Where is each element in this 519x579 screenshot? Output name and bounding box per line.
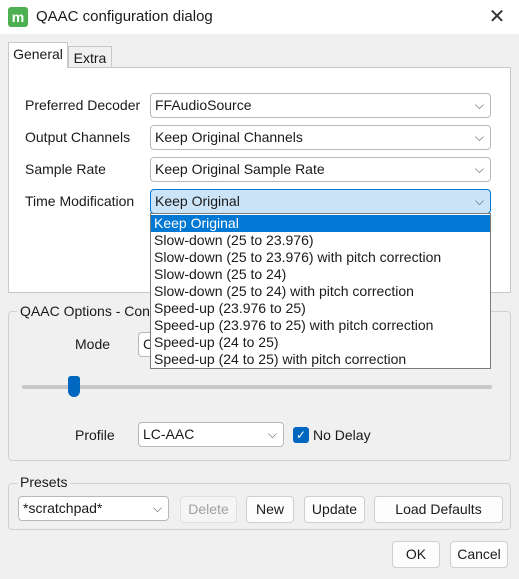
delete-preset-button[interactable]: Delete bbox=[180, 496, 237, 523]
output-channels-value: Keep Original Channels bbox=[155, 129, 303, 145]
time-modification-dropdown: Keep Original Slow-down (25 to 23.976) S… bbox=[150, 213, 491, 369]
output-channels-select[interactable]: Keep Original Channels ⌵ bbox=[150, 125, 491, 150]
dropdown-option[interactable]: Slow-down (25 to 23.976) with pitch corr… bbox=[151, 249, 490, 266]
chevron-down-icon: ⌵ bbox=[152, 501, 162, 515]
profile-value: LC-AAC bbox=[143, 426, 195, 442]
dropdown-option[interactable]: Speed-up (24 to 25) bbox=[151, 334, 490, 351]
chevron-down-icon: ⌵ bbox=[474, 130, 484, 144]
no-delay-label[interactable]: No Delay bbox=[313, 427, 371, 443]
chevron-down-icon: ⌵ bbox=[267, 427, 277, 441]
window-title: QAAC configuration dialog bbox=[36, 8, 213, 25]
close-icon[interactable]: ✕ bbox=[482, 2, 512, 32]
time-modification-label: Time Modification bbox=[25, 193, 135, 209]
tab-general[interactable]: General bbox=[8, 42, 68, 68]
dropdown-option[interactable]: Speed-up (24 to 25) with pitch correctio… bbox=[151, 351, 490, 368]
quality-slider-track[interactable] bbox=[22, 385, 492, 389]
cancel-button[interactable]: Cancel bbox=[450, 541, 508, 568]
load-defaults-button[interactable]: Load Defaults bbox=[374, 496, 503, 523]
preferred-decoder-label: Preferred Decoder bbox=[25, 97, 141, 113]
time-modification-value: Keep Original bbox=[155, 193, 240, 209]
output-channels-label: Output Channels bbox=[25, 129, 131, 145]
profile-label: Profile bbox=[75, 427, 115, 443]
tab-extra[interactable]: Extra bbox=[68, 46, 112, 69]
quality-slider-thumb[interactable] bbox=[68, 376, 80, 397]
qaac-options-title: QAAC Options - Cons bbox=[17, 303, 160, 319]
app-icon: m bbox=[8, 7, 28, 27]
sample-rate-select[interactable]: Keep Original Sample Rate ⌵ bbox=[150, 157, 491, 182]
dropdown-option[interactable]: Keep Original bbox=[151, 215, 490, 232]
mode-label: Mode bbox=[75, 336, 111, 352]
time-modification-select[interactable]: Keep Original ⌵ bbox=[150, 189, 491, 214]
presets-select[interactable]: *scratchpad* ⌵ bbox=[18, 496, 169, 521]
chevron-down-icon: ⌵ bbox=[474, 162, 484, 176]
sample-rate-label: Sample Rate bbox=[25, 161, 106, 177]
presets-title: Presets bbox=[17, 474, 71, 490]
dropdown-option[interactable]: Slow-down (25 to 24) with pitch correcti… bbox=[151, 283, 490, 300]
dropdown-option[interactable]: Slow-down (25 to 23.976) bbox=[151, 232, 490, 249]
chevron-down-icon: ⌵ bbox=[474, 98, 484, 112]
sample-rate-value: Keep Original Sample Rate bbox=[155, 161, 325, 177]
update-preset-button[interactable]: Update bbox=[304, 496, 365, 523]
new-preset-button[interactable]: New bbox=[246, 496, 294, 523]
presets-value: *scratchpad* bbox=[23, 500, 103, 516]
dropdown-option[interactable]: Speed-up (23.976 to 25) with pitch corre… bbox=[151, 317, 490, 334]
profile-select[interactable]: LC-AAC ⌵ bbox=[138, 422, 284, 447]
dropdown-option[interactable]: Speed-up (23.976 to 25) bbox=[151, 300, 490, 317]
ok-button[interactable]: OK bbox=[392, 541, 440, 568]
preferred-decoder-value: FFAudioSource bbox=[155, 97, 252, 113]
preferred-decoder-select[interactable]: FFAudioSource ⌵ bbox=[150, 93, 491, 118]
dropdown-option[interactable]: Slow-down (25 to 24) bbox=[151, 266, 490, 283]
no-delay-checkbox[interactable]: ✓ bbox=[293, 427, 309, 443]
chevron-down-icon: ⌵ bbox=[474, 194, 484, 208]
